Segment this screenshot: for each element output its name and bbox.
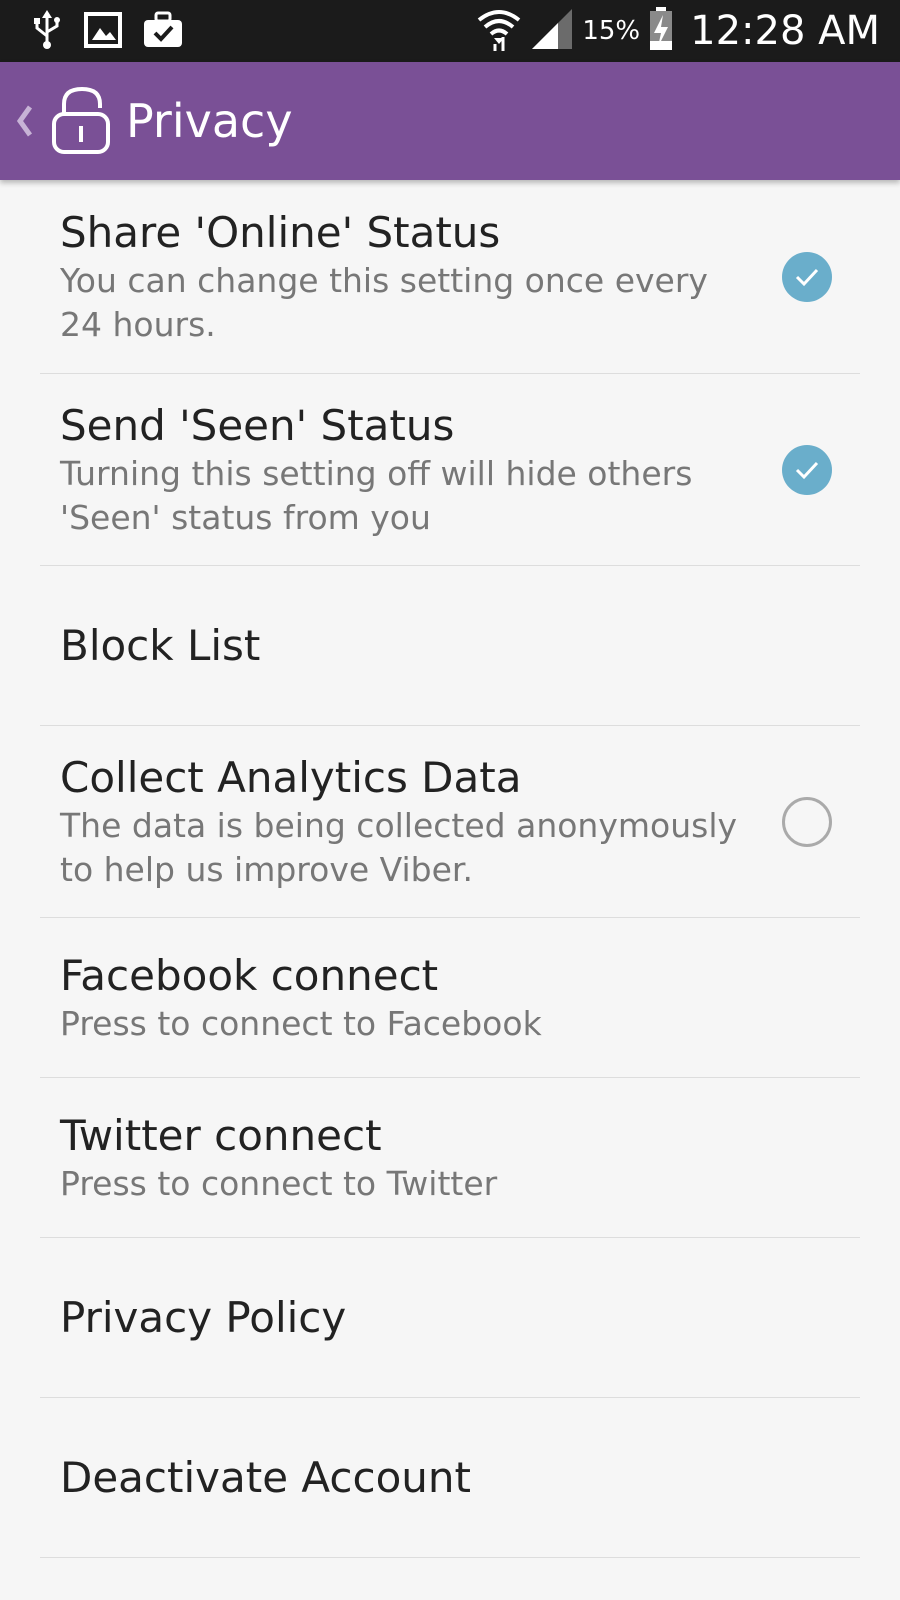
- setting-subtitle: You can change this setting once every 2…: [60, 260, 708, 344]
- wifi-icon: [476, 6, 522, 56]
- setting-title: Share 'Online' Status: [60, 207, 501, 257]
- setting-title: Block List: [60, 620, 261, 670]
- battery-percent: 15%: [582, 16, 641, 46]
- status-system: 15% 12:28 AM: [476, 6, 880, 56]
- setting-subtitle: Press to connect to Facebook: [60, 1003, 542, 1043]
- setting-title: Collect Analytics Data: [60, 752, 522, 802]
- share-online-checkbox[interactable]: [782, 251, 832, 302]
- battery-icon: [648, 7, 674, 55]
- action-bar: Privacy: [0, 62, 900, 180]
- chevron-left-icon: [16, 105, 33, 137]
- status-clock: 12:28 AM: [690, 8, 880, 54]
- status-bar: 15% 12:28 AM: [0, 0, 900, 62]
- page-title: Privacy: [126, 94, 293, 148]
- setting-twitter-connect[interactable]: Twitter connect Press to connect to Twit…: [40, 1078, 860, 1238]
- status-notifications: [30, 10, 184, 54]
- setting-send-seen-status[interactable]: Send 'Seen' Status Turning this setting …: [40, 374, 860, 566]
- collect-analytics-checkbox[interactable]: [782, 796, 832, 847]
- setting-privacy-policy[interactable]: Privacy Policy: [40, 1238, 860, 1398]
- check-icon: [795, 461, 819, 479]
- back-button[interactable]: [4, 62, 44, 180]
- setting-title: Privacy Policy: [60, 1292, 347, 1342]
- setting-facebook-connect[interactable]: Facebook connect Press to connect to Fac…: [40, 918, 860, 1078]
- setting-title: Send 'Seen' Status: [60, 400, 455, 450]
- image-icon: [84, 10, 122, 54]
- send-seen-checkbox[interactable]: [782, 444, 832, 495]
- usb-icon: [30, 10, 64, 54]
- setting-block-list[interactable]: Block List: [40, 566, 860, 726]
- check-icon: [795, 268, 819, 286]
- setting-title: Twitter connect: [60, 1110, 382, 1160]
- setting-deactivate-account[interactable]: Deactivate Account: [40, 1398, 860, 1558]
- setting-share-online-status[interactable]: Share 'Online' Status You can change thi…: [40, 180, 860, 374]
- setting-collect-analytics[interactable]: Collect Analytics Data The data is being…: [40, 726, 860, 918]
- setting-subtitle: The data is being collected anonymously …: [60, 805, 738, 889]
- briefcase-check-icon: [142, 10, 184, 54]
- signal-icon: [530, 7, 574, 55]
- lock-icon: [50, 86, 114, 156]
- setting-subtitle: Turning this setting off will hide other…: [60, 453, 693, 537]
- setting-title: Deactivate Account: [60, 1452, 471, 1502]
- settings-list: Share 'Online' Status You can change thi…: [40, 180, 860, 1558]
- setting-title: Facebook connect: [60, 950, 439, 1000]
- setting-subtitle: Press to connect to Twitter: [60, 1163, 498, 1203]
